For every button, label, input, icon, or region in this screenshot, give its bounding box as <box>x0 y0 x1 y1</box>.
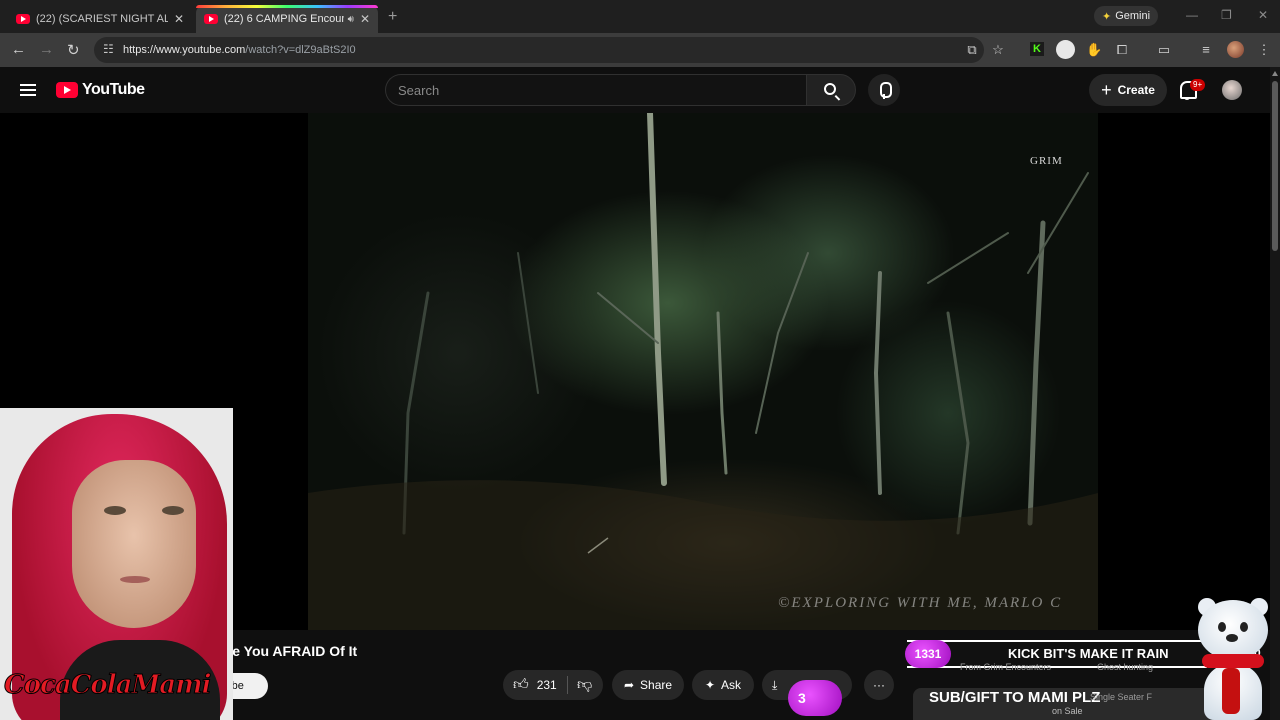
channel-corner-mark: GRIM <box>1030 155 1063 167</box>
back-arrow-icon[interactable]: ← <box>11 41 26 58</box>
forest-trees-image <box>308 113 1098 630</box>
youtube-favicon-icon <box>204 14 218 24</box>
bear-eye <box>1218 622 1226 632</box>
search-button[interactable] <box>806 74 856 106</box>
youtube-play-icon <box>56 82 78 98</box>
kick-extension-icon[interactable]: K <box>1030 42 1044 56</box>
streamer-signature: CocaColaMami <box>4 670 212 701</box>
bear-nose <box>1226 634 1238 642</box>
bookmark-star-icon[interactable]: ☆ <box>990 42 1006 58</box>
search-box <box>385 74 807 106</box>
account-avatar[interactable] <box>1222 80 1242 100</box>
subgift-banner-subtext: on Sale <box>1052 706 1083 716</box>
video-watermark: ©EXPLORING WITH ME, MARLO C <box>778 595 1063 611</box>
close-tab-icon[interactable]: ✕ <box>174 12 184 26</box>
tab-audio-indicator <box>196 5 378 8</box>
subgift-counter: 3 <box>788 680 842 716</box>
webcam-eye <box>162 506 184 515</box>
voice-search-button[interactable] <box>868 74 900 106</box>
hamburger-menu-icon[interactable] <box>20 84 36 96</box>
notifications-badge: 9+ <box>1190 79 1206 91</box>
search-icon <box>824 83 836 95</box>
bits-counter: 1331 <box>905 640 951 668</box>
subgift-banner-text: SUB/GIFT TO MAMI PLZ <box>929 689 1101 706</box>
scroll-up-arrow-icon[interactable] <box>1272 71 1278 76</box>
bits-banner-text: KICK BIT'S MAKE IT RAIN <box>1008 646 1169 661</box>
gemini-label: Gemini <box>1115 10 1151 22</box>
site-settings-icon[interactable]: ☷ <box>103 42 114 56</box>
streamer-webcam: CocaColaMami <box>0 408 233 720</box>
browser-tab-1[interactable]: (22) (SCARIEST NIGHT ALONE) ✕ <box>8 5 192 33</box>
more-actions-button[interactable]: ··· <box>864 670 894 700</box>
cola-bottle <box>1222 668 1240 714</box>
create-button[interactable]: + Create <box>1089 74 1167 106</box>
webcam-eye <box>104 506 126 515</box>
create-label: Create <box>1117 83 1155 97</box>
bits-banner-subtext: From Grim Encounters <box>960 662 1052 672</box>
speaker-icon[interactable]: 🔊︎ <box>348 14 354 25</box>
polar-bear-mascot-image <box>1192 598 1274 720</box>
plus-icon: + <box>1101 80 1112 100</box>
subgift-banner-subtext-2: Single Seater F <box>1090 692 1153 702</box>
sparkle-icon: ✦ <box>704 678 716 692</box>
close-window-icon[interactable]: ✕ <box>1258 8 1268 22</box>
like-count: 231 <box>536 678 557 692</box>
share-label: Share <box>640 678 673 692</box>
share-arrow-icon: ➦ <box>623 678 635 692</box>
webcam-mouth <box>120 576 150 583</box>
browser-toolbar: ← → ↻ ☷ https://www.youtube.com/watch?v=… <box>0 33 1280 67</box>
ask-button[interactable]: ✦ Ask <box>692 670 754 700</box>
bits-banner-subtext-2: Ghost hunting <box>1097 662 1154 672</box>
tab-title: (22) 6 CAMPING Encounter <box>224 13 344 25</box>
ask-label: Ask <box>721 678 742 692</box>
youtube-logo[interactable]: YouTube <box>56 81 145 99</box>
close-tab-icon[interactable]: ✕ <box>360 12 370 26</box>
maximize-icon[interactable]: ❐ <box>1221 8 1232 22</box>
extension-circle-icon[interactable] <box>1056 40 1075 59</box>
browser-profile-avatar[interactable] <box>1227 41 1244 58</box>
bear-scarf <box>1202 654 1264 668</box>
thumbs-down-icon[interactable]: 👎︎ <box>577 676 592 694</box>
tab-search-icon[interactable]: ▭ <box>1156 42 1172 58</box>
browser-tabbar: (22) (SCARIEST NIGHT ALONE) ✕ (22) 6 CAM… <box>0 0 1280 33</box>
browser-menu-icon[interactable]: ⋮ <box>1256 42 1272 58</box>
thumbs-up-icon[interactable]: 👍︎ <box>513 676 529 694</box>
gemini-button[interactable]: ✦ Gemini <box>1094 6 1158 26</box>
youtube-wordmark: YouTube <box>82 81 145 98</box>
download-icon: ⤓ <box>772 677 778 692</box>
youtube-header: YouTube + Create 9+ <box>0 67 1270 113</box>
tab-title: (22) (SCARIEST NIGHT ALONE) <box>36 13 168 25</box>
puzzle-extensions-icon[interactable]: ⧠ <box>1114 42 1130 58</box>
reload-icon[interactable]: ↻ <box>67 41 80 59</box>
minimize-icon[interactable]: — <box>1186 8 1198 22</box>
like-dislike-group: 👍︎ 231 👎︎ <box>503 670 603 700</box>
address-bar[interactable]: ☷ https://www.youtube.com/watch?v=dlZ9aB… <box>94 37 984 63</box>
install-app-icon[interactable]: ⧉ <box>964 42 980 58</box>
media-control-icon[interactable]: ≡ <box>1198 42 1214 58</box>
webcam-face <box>72 460 196 628</box>
url-text: https://www.youtube.com/watch?v=dlZ9aBtS… <box>123 44 356 56</box>
gemini-sparkle-icon: ✦ <box>1101 10 1112 23</box>
browser-tab-2[interactable]: (22) 6 CAMPING Encounter 🔊︎ ✕ <box>196 5 378 33</box>
video-frame: GRIM ©EXPLORING WITH ME, MARLO C <box>308 113 1098 630</box>
new-tab-icon[interactable]: + <box>388 8 397 26</box>
bear-eye <box>1240 622 1248 632</box>
extension-icon[interactable]: ✋ <box>1086 42 1102 58</box>
forward-arrow-icon[interactable]: → <box>39 41 54 58</box>
youtube-favicon-icon <box>16 14 30 24</box>
bear-head <box>1198 600 1268 660</box>
share-button[interactable]: ➦ Share <box>612 670 684 700</box>
more-horizontal-icon: ··· <box>873 678 885 692</box>
scrollbar-thumb[interactable] <box>1272 81 1278 251</box>
search-input[interactable] <box>386 75 807 105</box>
divider <box>567 676 568 694</box>
